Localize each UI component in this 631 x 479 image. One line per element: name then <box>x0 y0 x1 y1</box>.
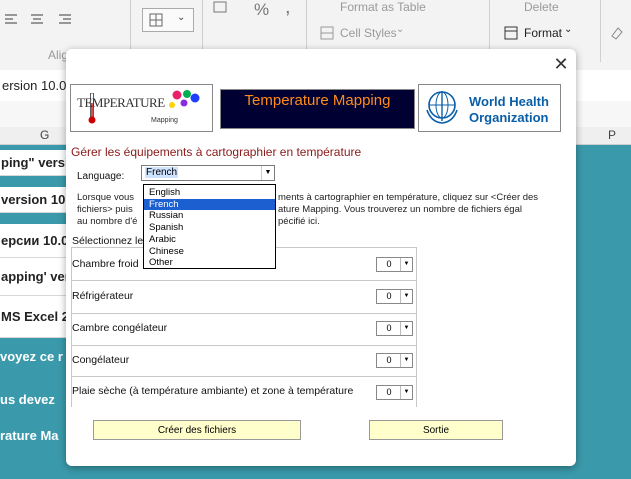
sheet-cell[interactable]: rature Ma <box>0 428 59 443</box>
sheet-cell[interactable]: apping' ver <box>0 258 70 296</box>
instructions-text: fichiers> puis <box>77 204 133 215</box>
who-logo: World Health Organization <box>418 84 561 132</box>
language-option-other[interactable]: Other <box>144 257 275 269</box>
logo-text-temp: TEMPERATURE <box>77 95 165 110</box>
alignment-group-label: Alig <box>48 48 69 62</box>
language-option-french[interactable]: French <box>144 198 275 211</box>
instructions-text: ature Mapping. Vous trouverez un nombre … <box>278 204 522 215</box>
sheet-title-text: ersion 10.0 <box>2 78 67 93</box>
language-label: Language: <box>77 171 125 182</box>
grid-icon <box>149 13 163 32</box>
close-button[interactable]: ✕ <box>551 54 571 74</box>
ribbon-separator <box>600 0 601 62</box>
format-label: Format <box>524 26 563 40</box>
delete-label: Delete <box>524 0 559 14</box>
quantity-stepper[interactable]: 0 ▼ <box>376 385 413 400</box>
language-option-russian[interactable]: Russian <box>144 210 275 222</box>
dropdown-arrow-icon[interactable]: ▼ <box>400 258 412 271</box>
temp-mapping-logo: TEMPERATURE Mapping <box>70 84 213 132</box>
who-name-line2: Organization <box>469 110 549 125</box>
cell-styles-button[interactable]: Cell Styles ⌄ <box>320 24 440 40</box>
quantity-stepper[interactable]: 0 ▼ <box>376 257 413 272</box>
column-header-p[interactable]: P <box>608 128 616 142</box>
dropdown-arrow-icon[interactable]: ▼ <box>400 322 412 335</box>
number-format-dropdown[interactable]: ⌄ <box>142 8 194 32</box>
quantity-value: 0 <box>386 323 392 333</box>
align-left-icon[interactable] <box>4 12 18 26</box>
row-divider <box>71 313 416 314</box>
instructions-text: pécifié ici. <box>278 216 320 227</box>
who-emblem-icon <box>426 91 458 124</box>
accounting-format-icon[interactable] <box>212 0 228 14</box>
format-button[interactable]: Format ⌄ <box>504 24 578 42</box>
chevron-down-icon: ⌄ <box>396 24 405 35</box>
logo-text-mapping: Mapping <box>151 117 178 124</box>
temperature-mapping-dialog: ✕ TEMPERATURE Mapping Temperature Mappin… <box>66 49 576 466</box>
quantity-value: 0 <box>386 291 392 301</box>
row-divider <box>416 247 417 407</box>
quantity-value: 0 <box>386 355 392 365</box>
language-option-spanish[interactable]: Spanish <box>144 222 275 234</box>
color-dots-icon <box>169 90 200 108</box>
quantity-value: 0 <box>386 259 392 269</box>
percent-icon[interactable]: % <box>254 0 269 20</box>
equipment-label: Congélateur <box>72 354 130 366</box>
instructions-text: au nombre d'é <box>77 216 138 227</box>
app-title-banner: Temperature Mapping <box>220 89 415 129</box>
row-divider <box>71 280 416 281</box>
chevron-down-icon: ⌄ <box>564 24 573 35</box>
align-center-icon[interactable] <box>30 12 44 26</box>
quantity-stepper[interactable]: 0 ▼ <box>376 321 413 336</box>
equipment-label: Plaie sèche (à température ambiante) et … <box>72 385 354 397</box>
quantity-stepper[interactable]: 0 ▼ <box>376 289 413 304</box>
dropdown-arrow-icon[interactable]: ▼ <box>261 166 274 180</box>
row-divider <box>71 345 416 346</box>
delete-button[interactable]: Delete <box>504 0 574 14</box>
sheet-cell[interactable]: version 10.0 <box>0 187 70 213</box>
equipment-label: Cambre congélateur <box>72 322 168 334</box>
app-title: Temperature Mapping <box>244 92 391 109</box>
instructions-text: Lorsque vous <box>77 192 135 203</box>
format-icon <box>504 26 518 45</box>
language-dropdown-list: English French Russian Spanish Arabic Ch… <box>143 184 276 269</box>
align-right-icon[interactable] <box>58 12 72 26</box>
dropdown-arrow-icon[interactable]: ▼ <box>400 386 412 399</box>
dropdown-arrow-icon[interactable]: ▼ <box>400 290 412 303</box>
sheet-cell[interactable]: us devez <box>0 392 55 407</box>
column-header-g[interactable]: G <box>40 128 49 142</box>
create-files-button[interactable]: Créer des fichiers <box>93 420 301 440</box>
select-equipment-label: Sélectionnez le <box>72 235 144 247</box>
format-as-table-label: Format as Table <box>340 0 426 14</box>
chevron-down-icon: ⌄ <box>177 12 186 23</box>
language-selected-value: French <box>145 167 179 178</box>
sheet-cell[interactable]: ерсии 10.0 <box>0 224 70 258</box>
cell-styles-icon <box>320 26 334 45</box>
equipment-label: Réfrigérateur <box>72 290 134 302</box>
language-option-chinese[interactable]: Chinese <box>144 246 275 258</box>
sheet-cell[interactable]: ping" version <box>0 150 70 176</box>
language-option-arabic[interactable]: Arabic <box>144 234 275 246</box>
exit-button[interactable]: Sortie <box>369 420 503 440</box>
comma-style-icon[interactable]: , <box>285 0 291 19</box>
cell-styles-label: Cell Styles <box>340 26 397 40</box>
sheet-cell[interactable]: voyez ce r <box>0 349 63 364</box>
dialog-heading: Gérer les équipements à cartographier en… <box>71 145 362 159</box>
quantity-stepper[interactable]: 0 ▼ <box>376 353 413 368</box>
sheet-cell[interactable]: MS Excel 2 <box>0 296 70 338</box>
language-select[interactable]: French ▼ <box>141 165 275 181</box>
clear-icon[interactable] <box>609 26 623 45</box>
quantity-value: 0 <box>386 387 392 397</box>
equipment-label: Chambre froid <box>72 258 139 270</box>
instructions-text: ments à cartographier en température, cl… <box>278 192 539 203</box>
row-divider <box>71 376 416 377</box>
language-option-english[interactable]: English <box>144 187 275 199</box>
dropdown-arrow-icon[interactable]: ▼ <box>400 354 412 367</box>
who-name-line1: World Health <box>469 94 549 109</box>
